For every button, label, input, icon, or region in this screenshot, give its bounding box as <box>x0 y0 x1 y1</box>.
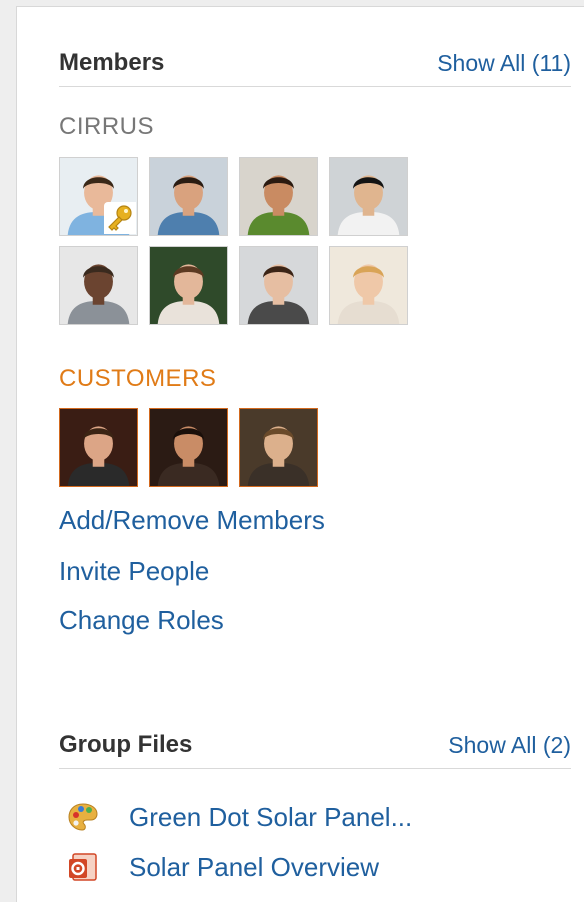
avatar-photo <box>240 158 317 235</box>
members-title: Members <box>59 49 165 76</box>
file-link-solar-overview[interactable]: Solar Panel Overview <box>129 852 379 883</box>
member-avatar[interactable] <box>59 408 138 487</box>
files-show-all-link[interactable]: Show All (2) <box>448 732 571 759</box>
avatar-photo <box>60 409 137 486</box>
avatar-photo <box>60 247 137 324</box>
add-remove-members-link[interactable]: Add/Remove Members <box>59 505 325 536</box>
member-avatar[interactable] <box>329 246 408 325</box>
palette-icon <box>67 801 99 833</box>
avatar-photo <box>240 409 317 486</box>
member-avatar[interactable] <box>149 408 228 487</box>
member-avatar[interactable] <box>149 157 228 236</box>
avatar-photo <box>330 247 407 324</box>
change-roles-link[interactable]: Change Roles <box>59 605 224 636</box>
avatar-photo <box>150 409 227 486</box>
member-avatar[interactable] <box>59 246 138 325</box>
members-panel: Members Show All (11) CIRRUS CUSTOMERS A… <box>16 6 584 902</box>
group-files-header: Group Files Show All (2) <box>59 729 571 769</box>
group-label-cirrus: CIRRUS <box>59 113 155 140</box>
members-show-all-link[interactable]: Show All (11) <box>437 50 571 77</box>
member-avatar[interactable] <box>329 157 408 236</box>
customers-avatar-row <box>59 408 318 487</box>
group-files-title: Group Files <box>59 731 193 758</box>
cirrus-avatar-row-2 <box>59 246 408 325</box>
member-avatar[interactable] <box>59 157 138 236</box>
file-row[interactable]: Green Dot Solar Panel... <box>67 801 412 833</box>
member-avatar[interactable] <box>149 246 228 325</box>
file-row[interactable]: Solar Panel Overview <box>67 851 379 883</box>
avatar-photo <box>150 158 227 235</box>
avatar-photo <box>150 247 227 324</box>
cirrus-avatar-row-1 <box>59 157 408 236</box>
file-link-green-dot[interactable]: Green Dot Solar Panel... <box>129 802 412 833</box>
member-avatar[interactable] <box>239 408 318 487</box>
presentation-icon <box>67 851 99 883</box>
avatar-photo <box>240 247 317 324</box>
members-header: Members Show All (11) <box>59 47 571 87</box>
invite-people-link[interactable]: Invite People <box>59 556 209 587</box>
member-avatar[interactable] <box>239 157 318 236</box>
group-label-customers: CUSTOMERS <box>59 365 217 392</box>
member-avatar[interactable] <box>239 246 318 325</box>
owner-key-icon <box>104 202 136 234</box>
avatar-photo <box>330 158 407 235</box>
